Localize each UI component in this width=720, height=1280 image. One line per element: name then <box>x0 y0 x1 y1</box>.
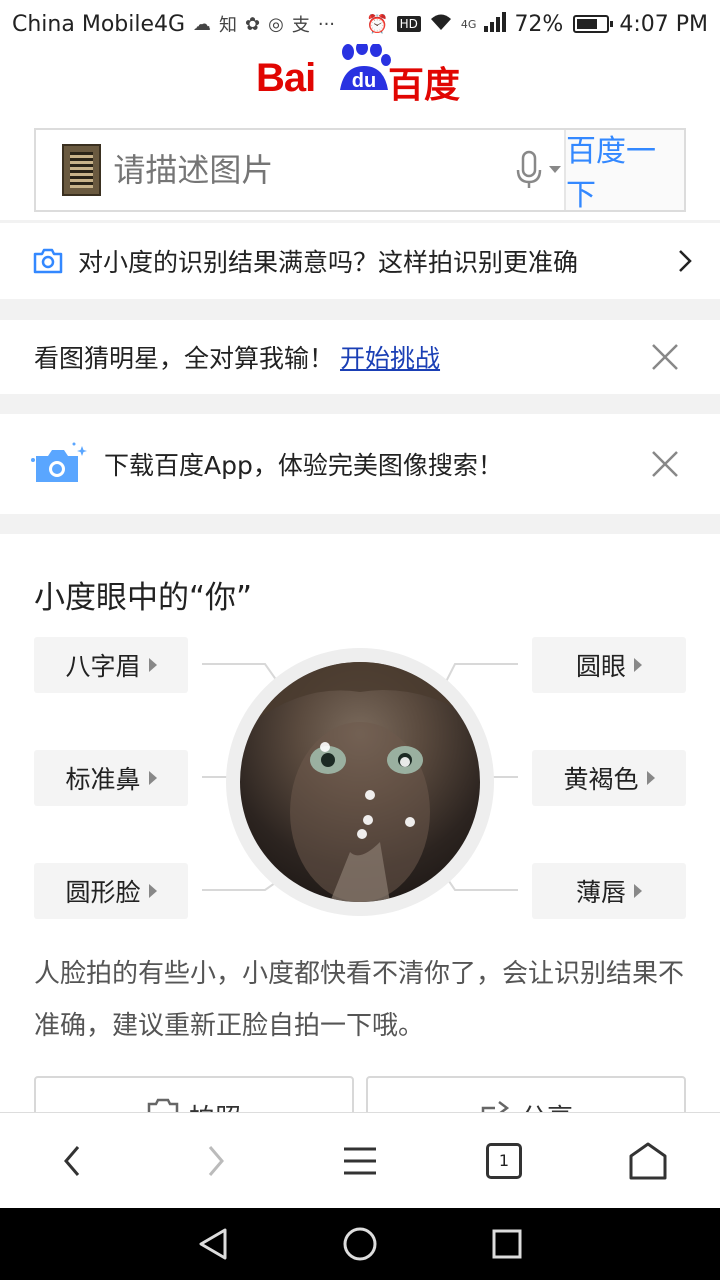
forward-button[interactable] <box>176 1121 256 1201</box>
guess-star-banner: 看图猜明星，全对算我输！ 开始挑战 <box>0 320 720 394</box>
battery-percent: 72% <box>514 11 564 37</box>
chevron-right-icon <box>679 250 692 272</box>
huawei-icon: ✿ <box>245 13 261 35</box>
tab-count: 1 <box>498 1151 510 1170</box>
alarm-icon: ⏰ <box>366 13 389 35</box>
tag-lips[interactable]: 薄唇 <box>532 863 686 919</box>
tag-label: 薄唇 <box>575 878 626 907</box>
face-photo <box>240 662 480 902</box>
zhihu-icon: 知 <box>219 15 238 36</box>
face-description: 人脸拍的有些小，小度都快看不清你了，会让识别结果不准确，建议重新正脸自拍一下哦。 <box>34 959 685 1041</box>
browser-toolbar: 1 <box>0 1112 720 1208</box>
tag-nose[interactable]: 标准鼻 <box>34 750 188 806</box>
tabs-icon: 1 <box>486 1142 522 1179</box>
home-button[interactable] <box>608 1121 688 1201</box>
header: Bai du 百度 百度一下 <box>0 44 720 220</box>
tabs-button[interactable]: 1 <box>464 1121 544 1201</box>
search-box: 百度一下 <box>34 128 686 213</box>
search-button[interactable]: 百度一下 <box>564 130 684 213</box>
download-app-text: 下载百度App，体验完美图像搜索！ <box>104 451 503 480</box>
baidu-logo[interactable]: Bai du 百度 <box>256 44 466 106</box>
triangle-right-icon <box>634 658 642 672</box>
wechat-icon: ◎ <box>268 13 284 35</box>
carrier-label: China Mobile4G <box>12 11 186 37</box>
triangle-right-icon <box>148 771 157 785</box>
chevron-down-icon <box>549 166 562 173</box>
logo-bai: Bai <box>256 56 316 100</box>
triangle-right-icon <box>646 771 655 785</box>
search-input[interactable] <box>101 130 513 210</box>
tag-skin-color[interactable]: 黄褐色 <box>532 750 686 806</box>
download-app-banner[interactable]: 下载百度App，体验完美图像搜索！ <box>0 414 720 514</box>
tag-eyebrows[interactable]: 八字眉 <box>34 637 188 693</box>
more-notifications-icon: ··· <box>317 13 336 35</box>
close-icon[interactable] <box>650 449 680 479</box>
tag-label: 黄褐色 <box>563 765 639 794</box>
chevron-right-icon <box>208 1145 224 1176</box>
triangle-right-icon <box>634 884 642 898</box>
system-back-icon[interactable] <box>197 1227 229 1261</box>
logo-cn: 百度 <box>388 65 461 106</box>
tag-label: 标准鼻 <box>65 765 141 794</box>
paw-logo-icon: du <box>340 44 391 92</box>
system-home-icon[interactable] <box>342 1226 378 1262</box>
network-type-label: 4G <box>460 17 477 31</box>
tag-label: 圆形脸 <box>65 878 141 907</box>
microphone-icon <box>516 150 542 188</box>
face-analysis-card: 小度眼中的“你” 八字眉 标准鼻 圆形脸 圆眼 黄褐色 薄唇 人脸拍的有些小，小… <box>0 534 720 1146</box>
clock: 4:07 PM <box>619 11 708 37</box>
start-challenge-link[interactable]: 开始挑战 <box>340 339 440 375</box>
guess-star-text: 看图猜明星，全对算我输！ <box>34 344 335 373</box>
voice-search-button[interactable] <box>512 130 564 210</box>
tag-label: 圆眼 <box>575 652 626 681</box>
feedback-bar[interactable]: 对小度的识别结果满意吗？这样拍识别更准确 <box>0 223 720 299</box>
weather-icon: ☁ <box>193 13 212 35</box>
signal-icon <box>484 11 507 37</box>
chevron-left-icon <box>64 1145 80 1176</box>
search-image-thumbnail[interactable] <box>62 144 102 196</box>
system-recents-icon[interactable] <box>491 1228 523 1260</box>
close-icon[interactable] <box>650 342 680 372</box>
home-icon <box>629 1142 667 1179</box>
face-card-title: 小度眼中的“你” <box>34 580 253 616</box>
camera-icon <box>33 248 63 274</box>
tag-face-shape[interactable]: 圆形脸 <box>34 863 188 919</box>
tag-eyes[interactable]: 圆眼 <box>532 637 686 693</box>
hamburger-menu-icon <box>344 1147 376 1174</box>
face-landmarks <box>240 662 480 902</box>
alipay-icon: 支 <box>291 15 310 36</box>
logo-du: du <box>352 70 376 92</box>
back-button[interactable] <box>32 1121 112 1201</box>
triangle-right-icon <box>148 658 157 672</box>
feedback-text: 对小度的识别结果满意吗？这样拍识别更准确 <box>78 248 579 277</box>
battery-icon <box>573 15 614 33</box>
system-navigation-bar <box>0 1208 720 1280</box>
menu-button[interactable] <box>320 1121 400 1201</box>
wifi-icon <box>429 12 453 37</box>
hd-icon: HD <box>396 16 421 32</box>
status-bar: China Mobile4G ☁ 知 ✿ ◎ 支 ··· ⏰ HD 4G 72%… <box>0 0 720 48</box>
triangle-right-icon <box>148 884 157 898</box>
tag-label: 八字眉 <box>65 652 141 681</box>
app-camera-icon <box>31 442 87 482</box>
